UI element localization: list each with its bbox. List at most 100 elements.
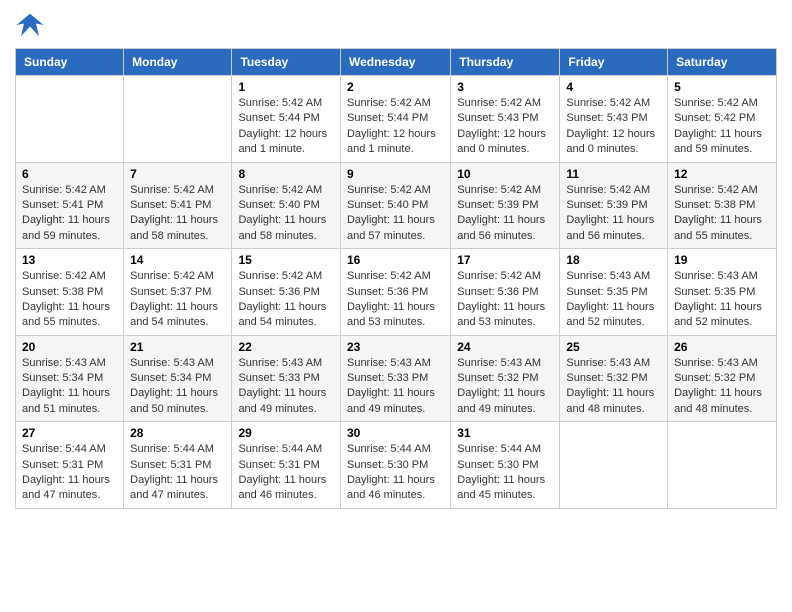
day-number: 14: [130, 253, 225, 267]
calendar-cell: 30 Sunrise: 5:44 AM Sunset: 5:30 PM Dayli…: [340, 422, 450, 509]
column-header-tuesday: Tuesday: [232, 49, 341, 76]
calendar-cell: 28 Sunrise: 5:44 AM Sunset: 5:31 PM Dayli…: [124, 422, 232, 509]
day-info: Sunrise: 5:42 AM Sunset: 5:44 PM Dayligh…: [347, 96, 444, 158]
day-number: 18: [566, 253, 661, 267]
calendar-cell: 17 Sunrise: 5:42 AM Sunset: 5:36 PM Dayli…: [451, 249, 560, 336]
day-info: Sunrise: 5:42 AM Sunset: 5:36 PM Dayligh…: [347, 269, 444, 331]
day-number: 5: [674, 80, 770, 94]
day-number: 28: [130, 426, 225, 440]
day-number: 1: [238, 80, 334, 94]
calendar-cell: 22Sunrise: 5:43 AM Sunset: 5:33 PM Dayli…: [232, 335, 341, 422]
calendar-week-row: 20 Sunrise: 5:43 AM Sunset: 5:34 PM Dayli…: [16, 335, 777, 422]
calendar-cell: 2 Sunrise: 5:42 AM Sunset: 5:44 PM Daylig…: [340, 76, 450, 163]
calendar-cell: 7 Sunrise: 5:42 AM Sunset: 5:41 PM Daylig…: [124, 162, 232, 249]
day-info: Sunrise: 5:42 AM Sunset: 5:40 PM Dayligh…: [238, 183, 334, 245]
calendar-cell: 13 Sunrise: 5:42 AM Sunset: 5:38 PM Dayli…: [16, 249, 124, 336]
day-info: Sunrise: 5:42 AM Sunset: 5:38 PM Dayligh…: [674, 183, 770, 245]
day-number: 30: [347, 426, 444, 440]
day-number: 3: [457, 80, 553, 94]
calendar-cell: 12 Sunrise: 5:42 AM Sunset: 5:38 PM Dayli…: [668, 162, 777, 249]
day-info: Sunrise: 5:42 AM Sunset: 5:41 PM Dayligh…: [130, 183, 225, 245]
day-info: Sunrise: 5:44 AM Sunset: 5:31 PM Dayligh…: [130, 442, 225, 504]
day-number: 15: [238, 253, 334, 267]
day-info: Sunrise: 5:42 AM Sunset: 5:43 PM Dayligh…: [457, 96, 553, 158]
day-info: Sunrise: 5:43 AM Sunset: 5:34 PM Dayligh…: [22, 356, 117, 418]
calendar-cell: [124, 76, 232, 163]
day-number: 6: [22, 167, 117, 181]
calendar-week-row: 1 Sunrise: 5:42 AM Sunset: 5:44 PM Daylig…: [16, 76, 777, 163]
calendar-cell: 19 Sunrise: 5:43 AM Sunset: 5:35 PM Dayli…: [668, 249, 777, 336]
day-info: Sunrise: 5:42 AM Sunset: 5:38 PM Dayligh…: [22, 269, 117, 331]
calendar-cell: 11 Sunrise: 5:42 AM Sunset: 5:39 PM Dayli…: [560, 162, 668, 249]
calendar-header-row: SundayMondayTuesdayWednesdayThursdayFrid…: [16, 49, 777, 76]
column-header-friday: Friday: [560, 49, 668, 76]
column-header-monday: Monday: [124, 49, 232, 76]
column-header-saturday: Saturday: [668, 49, 777, 76]
day-info: Sunrise: 5:42 AM Sunset: 5:39 PM Dayligh…: [566, 183, 661, 245]
calendar-cell: 9 Sunrise: 5:42 AM Sunset: 5:40 PM Daylig…: [340, 162, 450, 249]
calendar-cell: 10 Sunrise: 5:42 AM Sunset: 5:39 PM Dayli…: [451, 162, 560, 249]
calendar-cell: 27Sunrise: 5:44 AM Sunset: 5:31 PM Dayli…: [16, 422, 124, 509]
day-number: 10: [457, 167, 553, 181]
day-info: Sunrise: 5:43 AM Sunset: 5:32 PM Dayligh…: [674, 356, 770, 418]
day-number: 25: [566, 340, 661, 354]
day-info: Sunrise: 5:42 AM Sunset: 5:36 PM Dayligh…: [457, 269, 553, 331]
calendar-cell: 31 Sunrise: 5:44 AM Sunset: 5:30 PM Dayli…: [451, 422, 560, 509]
day-number: 23: [347, 340, 444, 354]
column-header-wednesday: Wednesday: [340, 49, 450, 76]
calendar-cell: 21Sunrise: 5:43 AM Sunset: 5:34 PM Dayli…: [124, 335, 232, 422]
calendar-cell: 26 Sunrise: 5:43 AM Sunset: 5:32 PM Dayli…: [668, 335, 777, 422]
day-number: 9: [347, 167, 444, 181]
calendar-table: SundayMondayTuesdayWednesdayThursdayFrid…: [15, 48, 777, 509]
day-info: Sunrise: 5:42 AM Sunset: 5:36 PM Dayligh…: [238, 269, 334, 331]
calendar-cell: 14 Sunrise: 5:42 AM Sunset: 5:37 PM Dayli…: [124, 249, 232, 336]
calendar-cell: [668, 422, 777, 509]
page-header: [15, 10, 777, 40]
day-info: Sunrise: 5:42 AM Sunset: 5:42 PM Dayligh…: [674, 96, 770, 158]
day-info: Sunrise: 5:42 AM Sunset: 5:41 PM Dayligh…: [22, 183, 117, 245]
calendar-cell: 18 Sunrise: 5:43 AM Sunset: 5:35 PM Dayli…: [560, 249, 668, 336]
day-info: Sunrise: 5:42 AM Sunset: 5:44 PM Dayligh…: [238, 96, 334, 158]
day-info: Sunrise: 5:43 AM Sunset: 5:35 PM Dayligh…: [674, 269, 770, 331]
calendar-cell: [560, 422, 668, 509]
calendar-cell: [16, 76, 124, 163]
day-info: Sunrise: 5:43 AM Sunset: 5:35 PM Dayligh…: [566, 269, 661, 331]
day-number: 8: [238, 167, 334, 181]
day-info: Sunrise: 5:44 AM Sunset: 5:30 PM Dayligh…: [457, 442, 553, 504]
calendar-cell: 20 Sunrise: 5:43 AM Sunset: 5:34 PM Dayli…: [16, 335, 124, 422]
day-info: Sunrise: 5:44 AM Sunset: 5:31 PM Dayligh…: [238, 442, 334, 504]
day-info: Sunrise: 5:42 AM Sunset: 5:39 PM Dayligh…: [457, 183, 553, 245]
day-number: 17: [457, 253, 553, 267]
column-header-thursday: Thursday: [451, 49, 560, 76]
day-number: 20: [22, 340, 117, 354]
day-number: 21: [130, 340, 225, 354]
day-info: Sunrise: 5:42 AM Sunset: 5:43 PM Dayligh…: [566, 96, 661, 158]
day-info: Sunrise: 5:42 AM Sunset: 5:37 PM Dayligh…: [130, 269, 225, 331]
day-number: 2: [347, 80, 444, 94]
day-number: 12: [674, 167, 770, 181]
day-number: 26: [674, 340, 770, 354]
day-number: 31: [457, 426, 553, 440]
day-number: 4: [566, 80, 661, 94]
calendar-week-row: 27 Sunrise: 5:44 AM Sunset: 5:31 PM Dayli…: [16, 422, 777, 509]
calendar-cell: 25Sunrise: 5:43 AM Sunset: 5:32 PM Dayli…: [560, 335, 668, 422]
column-header-sunday: Sunday: [16, 49, 124, 76]
day-number: 29: [238, 426, 334, 440]
day-info: Sunrise: 5:42 AM Sunset: 5:40 PM Dayligh…: [347, 183, 444, 245]
calendar-cell: 3 Sunrise: 5:42 AM Sunset: 5:43 PM Daylig…: [451, 76, 560, 163]
day-info: Sunrise: 5:43 AM Sunset: 5:33 PM Dayligh…: [238, 356, 334, 418]
day-info: Sunrise: 5:43 AM Sunset: 5:33 PM Dayligh…: [347, 356, 444, 418]
calendar-cell: 6 Sunrise: 5:42 AM Sunset: 5:41 PM Daylig…: [16, 162, 124, 249]
day-number: 27: [22, 426, 117, 440]
day-number: 7: [130, 167, 225, 181]
day-number: 13: [22, 253, 117, 267]
calendar-cell: 16Sunrise: 5:42 AM Sunset: 5:36 PM Dayli…: [340, 249, 450, 336]
calendar-cell: 4 Sunrise: 5:42 AM Sunset: 5:43 PM Daylig…: [560, 76, 668, 163]
calendar-week-row: 6 Sunrise: 5:42 AM Sunset: 5:41 PM Daylig…: [16, 162, 777, 249]
day-info: Sunrise: 5:44 AM Sunset: 5:30 PM Dayligh…: [347, 442, 444, 504]
calendar-cell: 5 Sunrise: 5:42 AM Sunset: 5:42 PM Daylig…: [668, 76, 777, 163]
day-number: 19: [674, 253, 770, 267]
day-number: 11: [566, 167, 661, 181]
calendar-week-row: 13 Sunrise: 5:42 AM Sunset: 5:38 PM Dayli…: [16, 249, 777, 336]
calendar-cell: 24Sunrise: 5:43 AM Sunset: 5:32 PM Dayli…: [451, 335, 560, 422]
